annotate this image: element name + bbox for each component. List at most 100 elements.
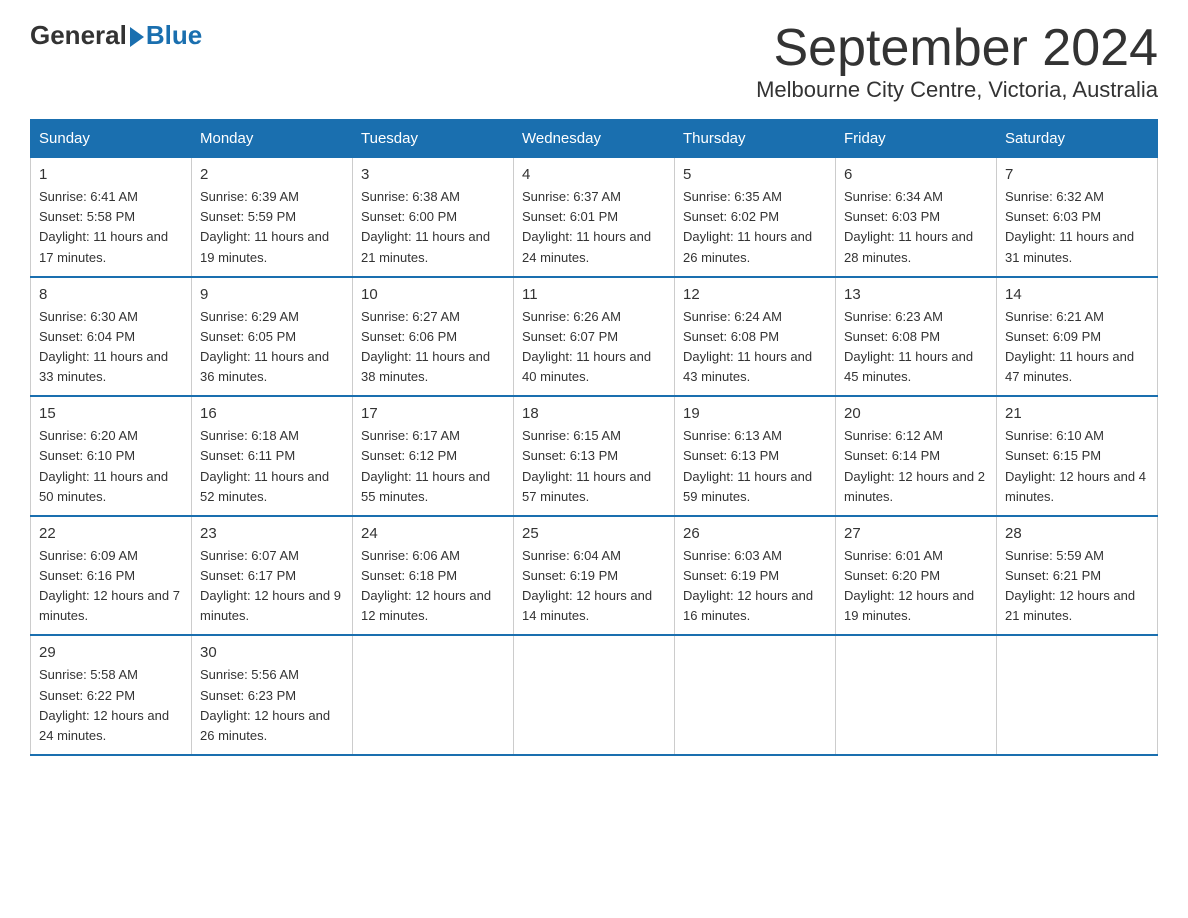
calendar-cell: 4 Sunrise: 6:37 AMSunset: 6:01 PMDayligh… bbox=[514, 158, 675, 277]
day-info: Sunrise: 5:56 AMSunset: 6:23 PMDaylight:… bbox=[200, 665, 344, 746]
calendar-cell: 21 Sunrise: 6:10 AMSunset: 6:15 PMDaylig… bbox=[997, 396, 1158, 516]
day-number: 3 bbox=[361, 166, 505, 183]
header-row: SundayMondayTuesdayWednesdayThursdayFrid… bbox=[31, 120, 1158, 158]
day-info: Sunrise: 6:21 AMSunset: 6:09 PMDaylight:… bbox=[1005, 307, 1149, 388]
calendar-cell bbox=[675, 635, 836, 755]
day-info: Sunrise: 6:34 AMSunset: 6:03 PMDaylight:… bbox=[844, 187, 988, 268]
day-number: 25 bbox=[522, 525, 666, 542]
calendar-cell: 29 Sunrise: 5:58 AMSunset: 6:22 PMDaylig… bbox=[31, 635, 192, 755]
header-tuesday: Tuesday bbox=[353, 120, 514, 158]
calendar-cell: 8 Sunrise: 6:30 AMSunset: 6:04 PMDayligh… bbox=[31, 277, 192, 397]
calendar-table: SundayMondayTuesdayWednesdayThursdayFrid… bbox=[30, 119, 1158, 756]
calendar-cell bbox=[353, 635, 514, 755]
header-saturday: Saturday bbox=[997, 120, 1158, 158]
day-info: Sunrise: 6:03 AMSunset: 6:19 PMDaylight:… bbox=[683, 546, 827, 627]
calendar-cell: 26 Sunrise: 6:03 AMSunset: 6:19 PMDaylig… bbox=[675, 516, 836, 636]
day-number: 24 bbox=[361, 525, 505, 542]
calendar-cell: 10 Sunrise: 6:27 AMSunset: 6:06 PMDaylig… bbox=[353, 277, 514, 397]
day-number: 20 bbox=[844, 405, 988, 422]
day-info: Sunrise: 6:41 AMSunset: 5:58 PMDaylight:… bbox=[39, 187, 183, 268]
day-number: 13 bbox=[844, 286, 988, 303]
day-info: Sunrise: 6:27 AMSunset: 6:06 PMDaylight:… bbox=[361, 307, 505, 388]
header-monday: Monday bbox=[192, 120, 353, 158]
day-info: Sunrise: 6:07 AMSunset: 6:17 PMDaylight:… bbox=[200, 546, 344, 627]
day-number: 10 bbox=[361, 286, 505, 303]
month-title: September 2024 bbox=[756, 20, 1158, 77]
day-number: 5 bbox=[683, 166, 827, 183]
day-number: 2 bbox=[200, 166, 344, 183]
calendar-cell: 22 Sunrise: 6:09 AMSunset: 6:16 PMDaylig… bbox=[31, 516, 192, 636]
day-number: 7 bbox=[1005, 166, 1149, 183]
title-section: September 2024 Melbourne City Centre, Vi… bbox=[756, 20, 1158, 103]
day-info: Sunrise: 6:18 AMSunset: 6:11 PMDaylight:… bbox=[200, 426, 344, 507]
day-number: 19 bbox=[683, 405, 827, 422]
day-info: Sunrise: 6:26 AMSunset: 6:07 PMDaylight:… bbox=[522, 307, 666, 388]
week-row-4: 29 Sunrise: 5:58 AMSunset: 6:22 PMDaylig… bbox=[31, 635, 1158, 755]
day-number: 4 bbox=[522, 166, 666, 183]
calendar-cell: 18 Sunrise: 6:15 AMSunset: 6:13 PMDaylig… bbox=[514, 396, 675, 516]
day-info: Sunrise: 5:59 AMSunset: 6:21 PMDaylight:… bbox=[1005, 546, 1149, 627]
day-number: 27 bbox=[844, 525, 988, 542]
calendar-cell: 19 Sunrise: 6:13 AMSunset: 6:13 PMDaylig… bbox=[675, 396, 836, 516]
calendar-cell: 30 Sunrise: 5:56 AMSunset: 6:23 PMDaylig… bbox=[192, 635, 353, 755]
calendar-cell: 27 Sunrise: 6:01 AMSunset: 6:20 PMDaylig… bbox=[836, 516, 997, 636]
calendar-cell bbox=[514, 635, 675, 755]
day-info: Sunrise: 6:09 AMSunset: 6:16 PMDaylight:… bbox=[39, 546, 183, 627]
logo: General Blue bbox=[30, 20, 202, 51]
header-wednesday: Wednesday bbox=[514, 120, 675, 158]
day-number: 28 bbox=[1005, 525, 1149, 542]
calendar-cell: 24 Sunrise: 6:06 AMSunset: 6:18 PMDaylig… bbox=[353, 516, 514, 636]
calendar-cell: 2 Sunrise: 6:39 AMSunset: 5:59 PMDayligh… bbox=[192, 158, 353, 277]
week-row-1: 8 Sunrise: 6:30 AMSunset: 6:04 PMDayligh… bbox=[31, 277, 1158, 397]
day-info: Sunrise: 6:35 AMSunset: 6:02 PMDaylight:… bbox=[683, 187, 827, 268]
calendar-cell: 17 Sunrise: 6:17 AMSunset: 6:12 PMDaylig… bbox=[353, 396, 514, 516]
week-row-2: 15 Sunrise: 6:20 AMSunset: 6:10 PMDaylig… bbox=[31, 396, 1158, 516]
calendar-cell: 14 Sunrise: 6:21 AMSunset: 6:09 PMDaylig… bbox=[997, 277, 1158, 397]
day-info: Sunrise: 6:13 AMSunset: 6:13 PMDaylight:… bbox=[683, 426, 827, 507]
calendar-cell: 9 Sunrise: 6:29 AMSunset: 6:05 PMDayligh… bbox=[192, 277, 353, 397]
day-number: 9 bbox=[200, 286, 344, 303]
logo-triangle-icon bbox=[130, 27, 144, 47]
calendar-cell bbox=[836, 635, 997, 755]
day-number: 21 bbox=[1005, 405, 1149, 422]
calendar-cell: 20 Sunrise: 6:12 AMSunset: 6:14 PMDaylig… bbox=[836, 396, 997, 516]
day-number: 14 bbox=[1005, 286, 1149, 303]
day-info: Sunrise: 6:06 AMSunset: 6:18 PMDaylight:… bbox=[361, 546, 505, 627]
day-info: Sunrise: 6:15 AMSunset: 6:13 PMDaylight:… bbox=[522, 426, 666, 507]
calendar-cell: 13 Sunrise: 6:23 AMSunset: 6:08 PMDaylig… bbox=[836, 277, 997, 397]
calendar-cell bbox=[997, 635, 1158, 755]
day-number: 17 bbox=[361, 405, 505, 422]
day-info: Sunrise: 6:37 AMSunset: 6:01 PMDaylight:… bbox=[522, 187, 666, 268]
calendar-cell: 11 Sunrise: 6:26 AMSunset: 6:07 PMDaylig… bbox=[514, 277, 675, 397]
day-info: Sunrise: 6:10 AMSunset: 6:15 PMDaylight:… bbox=[1005, 426, 1149, 507]
calendar-cell: 3 Sunrise: 6:38 AMSunset: 6:00 PMDayligh… bbox=[353, 158, 514, 277]
week-row-0: 1 Sunrise: 6:41 AMSunset: 5:58 PMDayligh… bbox=[31, 158, 1158, 277]
calendar-cell: 16 Sunrise: 6:18 AMSunset: 6:11 PMDaylig… bbox=[192, 396, 353, 516]
day-info: Sunrise: 6:29 AMSunset: 6:05 PMDaylight:… bbox=[200, 307, 344, 388]
day-number: 30 bbox=[200, 644, 344, 661]
header-sunday: Sunday bbox=[31, 120, 192, 158]
logo-general-text: General bbox=[30, 20, 127, 51]
header-friday: Friday bbox=[836, 120, 997, 158]
day-number: 1 bbox=[39, 166, 183, 183]
day-info: Sunrise: 6:04 AMSunset: 6:19 PMDaylight:… bbox=[522, 546, 666, 627]
day-info: Sunrise: 6:32 AMSunset: 6:03 PMDaylight:… bbox=[1005, 187, 1149, 268]
day-number: 12 bbox=[683, 286, 827, 303]
day-info: Sunrise: 6:20 AMSunset: 6:10 PMDaylight:… bbox=[39, 426, 183, 507]
day-info: Sunrise: 6:12 AMSunset: 6:14 PMDaylight:… bbox=[844, 426, 988, 507]
day-info: Sunrise: 6:01 AMSunset: 6:20 PMDaylight:… bbox=[844, 546, 988, 627]
day-number: 11 bbox=[522, 286, 666, 303]
header-thursday: Thursday bbox=[675, 120, 836, 158]
logo-blue-text: Blue bbox=[146, 20, 202, 51]
calendar-cell: 6 Sunrise: 6:34 AMSunset: 6:03 PMDayligh… bbox=[836, 158, 997, 277]
day-number: 16 bbox=[200, 405, 344, 422]
day-info: Sunrise: 6:39 AMSunset: 5:59 PMDaylight:… bbox=[200, 187, 344, 268]
day-number: 22 bbox=[39, 525, 183, 542]
day-number: 29 bbox=[39, 644, 183, 661]
day-info: Sunrise: 5:58 AMSunset: 6:22 PMDaylight:… bbox=[39, 665, 183, 746]
day-number: 23 bbox=[200, 525, 344, 542]
day-number: 6 bbox=[844, 166, 988, 183]
day-number: 18 bbox=[522, 405, 666, 422]
location-title: Melbourne City Centre, Victoria, Austral… bbox=[756, 77, 1158, 103]
calendar-cell: 12 Sunrise: 6:24 AMSunset: 6:08 PMDaylig… bbox=[675, 277, 836, 397]
